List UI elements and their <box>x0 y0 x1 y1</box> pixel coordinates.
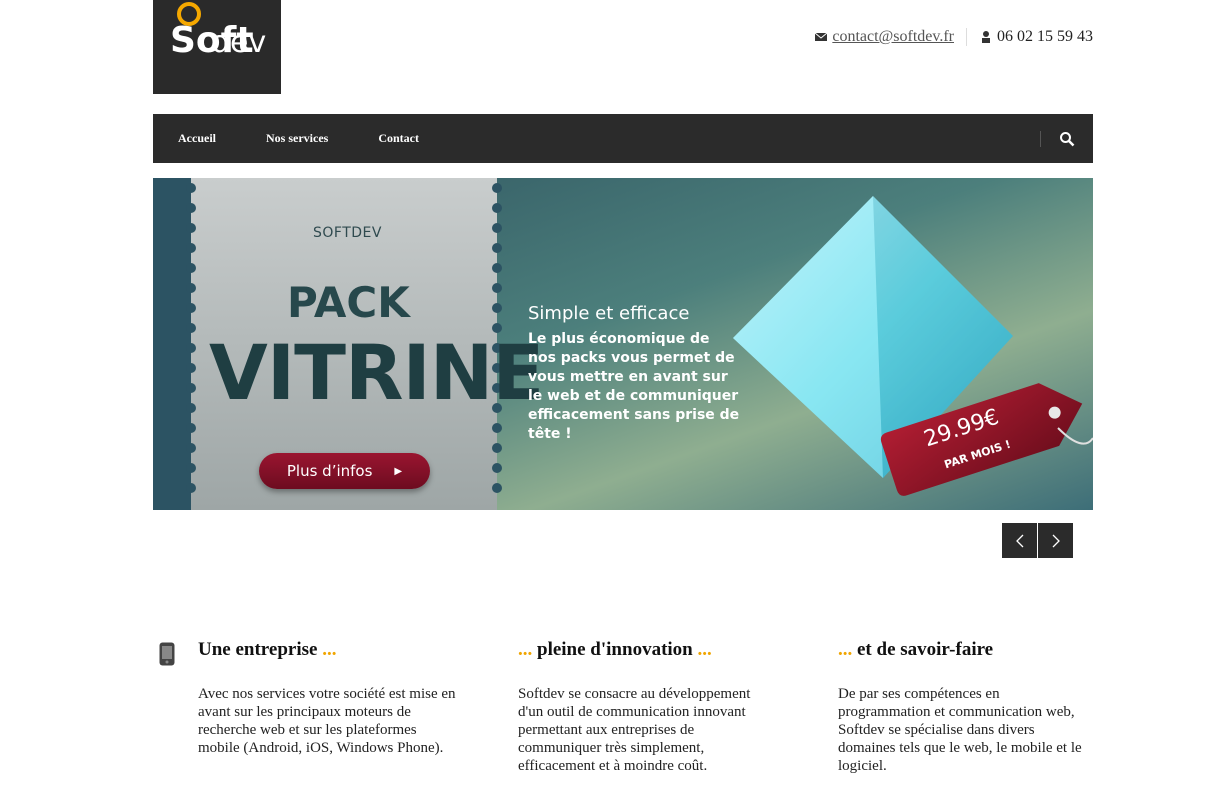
nav-item-services[interactable]: Nos services <box>241 114 353 163</box>
phone-number: 06 02 15 59 43 <box>997 28 1093 45</box>
slide-title-pack: PACK <box>287 278 410 327</box>
search-icon <box>1060 131 1075 146</box>
feature-title-text: pleine d'innovation <box>537 639 693 660</box>
feature-title: Une entreprise ... <box>198 639 458 661</box>
more-info-button[interactable]: Plus d’infos ▶ <box>259 453 430 489</box>
feature-text: De par ses compétences en programmation … <box>838 686 1082 774</box>
chevron-left-icon <box>1015 534 1023 547</box>
feature-title: ... pleine d'innovation ... <box>518 639 778 661</box>
feature-dots: ... <box>322 639 337 660</box>
feature-savoir-faire: ... et de savoir-faire De par ses compét… <box>838 639 1093 775</box>
feature-innovation: ... pleine d'innovation ... Softdev se c… <box>518 639 778 775</box>
slide-brand: SOFTDEV <box>313 225 382 241</box>
chevron-right-icon <box>1052 534 1060 547</box>
mobile-phone-icon <box>159 642 175 666</box>
contact-email: contact@softdev.fr <box>814 28 954 46</box>
feature-entreprise: Une entreprise ... Avec nos services vot… <box>198 639 458 757</box>
play-arrow-icon: ▶ <box>394 465 403 477</box>
envelope-icon <box>814 30 828 44</box>
person-icon <box>979 30 993 44</box>
search-button[interactable] <box>1041 114 1093 163</box>
email-link[interactable]: contact@softdev.fr <box>832 28 954 46</box>
feature-dots: ... <box>838 639 853 660</box>
feature-text: Softdev se consacre au développement d'u… <box>518 686 751 774</box>
feature-text: Avec nos services votre société est mise… <box>198 686 456 756</box>
slide-title-vitrine: VITRINE <box>209 328 544 417</box>
contact-separator <box>966 28 967 46</box>
more-info-label: Plus d’infos <box>286 462 373 480</box>
feature-title-text: Une entreprise <box>198 639 318 660</box>
hero-slider: SOFTDEV PACK VITRINE Plus d’infos ▶ Simp… <box>153 178 1093 510</box>
main-nav: Accueil Nos services Contact <box>153 114 1093 163</box>
site-logo[interactable]: Soft dev <box>153 0 281 94</box>
nav-item-accueil[interactable]: Accueil <box>153 114 241 163</box>
slider-controls <box>1002 523 1074 558</box>
next-slide-button[interactable] <box>1038 523 1073 558</box>
feature-title-text: et de savoir-faire <box>857 639 994 660</box>
nav-item-contact[interactable]: Contact <box>353 114 444 163</box>
slide-tagline: Simple et efficace <box>528 303 690 324</box>
slide-description: Le plus économique de nos packs vous per… <box>528 331 740 442</box>
contact-phone: 06 02 15 59 43 <box>979 28 1093 46</box>
feature-dots: ... <box>697 639 712 660</box>
svg-text:dev: dev <box>211 25 266 60</box>
contact-bar: contact@softdev.fr 06 02 15 59 43 <box>814 26 1093 48</box>
feature-title: ... et de savoir-faire <box>838 639 1093 661</box>
feature-dots: ... <box>518 639 533 660</box>
softdev-logo-icon: Soft dev <box>153 0 281 94</box>
prev-slide-button[interactable] <box>1002 523 1037 558</box>
